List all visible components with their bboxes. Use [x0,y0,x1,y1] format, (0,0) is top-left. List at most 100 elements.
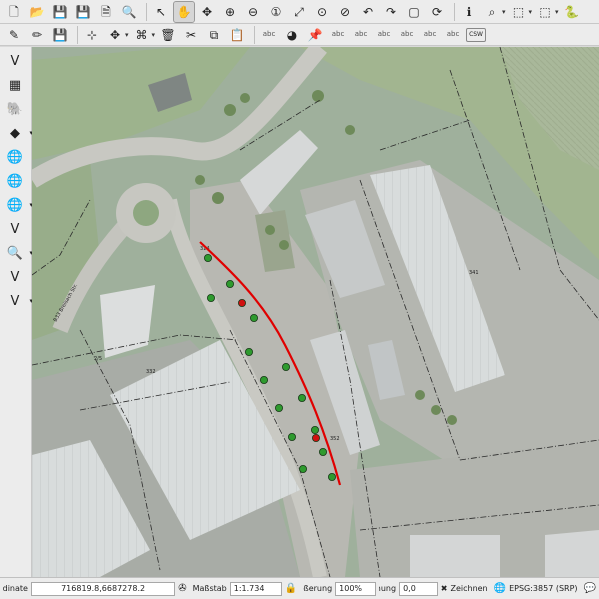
point-feature[interactable] [259,375,268,384]
zoom-full-extent-icon[interactable]: ⤢ [289,2,309,22]
cut-features-icon[interactable]: ✂ [181,25,201,45]
point-feature[interactable] [318,447,327,456]
crs-globe-icon[interactable]: 🌐 [494,583,506,594]
main-toolbar: 🗋 📂 💾 💾 🗎 🔍 ↖ ✋ ✥ ⊕ ⊖ ① ⤢ ⊙ ⊘ ↶ ↷ ▢ ⟳ ℹ ⌕ ▾ ⬚ ▾ ⬚ ▾ 🐍 [0,0,599,24]
scale-value: 1:1.734 [233,584,265,593]
building [545,530,599,577]
point-feature[interactable] [244,347,253,356]
add-feature-icon[interactable]: ⊹ [82,25,102,45]
label-rotate-icon[interactable]: abc [374,25,394,45]
zoom-actual-size-icon[interactable]: ① [266,2,286,22]
parcel-label: 2/5 [94,356,102,362]
pan-hand-icon[interactable]: ✋ [173,0,195,23]
label-pin-icon[interactable]: 📌 [305,25,325,45]
add-wcs-layer-icon[interactable]: V [5,219,25,239]
add-oracle-layer-icon[interactable]: 🌐 [5,171,25,191]
add-postgis-layer-icon[interactable]: 🐘 [5,99,25,119]
delete-selected-icon[interactable]: 🗑 [158,25,178,45]
point-feature[interactable] [327,472,336,481]
composer-manager-icon[interactable]: 🔍 [119,2,139,22]
toolbar-separator [254,25,256,44]
new-map-view-icon[interactable]: ▢ [404,2,424,22]
point-feature[interactable] [274,403,283,412]
point-feature[interactable] [206,293,215,302]
save-edits-icon[interactable]: 💾 [50,25,70,45]
point-feature[interactable] [287,432,296,441]
paste-features-icon[interactable]: 📋 [227,25,247,45]
toolbar-separator [454,2,455,21]
print-composer-icon[interactable]: 🗎 [96,2,116,22]
crs-button[interactable]: EPSG:3857 (SRP) [509,584,577,593]
node-tool-icon[interactable]: ⌘ [132,25,152,45]
coordinate-field[interactable]: 716819.8,6687278.2 [30,581,176,596]
dropdown-arrow-icon[interactable]: ▾ [152,31,156,39]
move-feature-icon[interactable]: ✥ [105,25,125,45]
add-wms-layer-icon[interactable]: 🌐▾ [5,195,33,215]
deselect-icon[interactable]: ⬚ [535,2,555,22]
point-feature[interactable] [249,313,258,322]
extents-toggle-icon[interactable]: ✇ [178,583,186,594]
magnifier-label: Vergrößerung [303,584,333,593]
coordinate-label: Koordinate [3,584,28,593]
select-features-icon[interactable]: ⬚ [509,2,529,22]
label-highlight-icon[interactable]: abc [328,25,348,45]
magnifier-value: 100% [339,584,363,593]
toggle-editing-icon[interactable]: ✏ [27,25,47,45]
point-feature[interactable] [310,425,319,434]
messages-icon[interactable]: 💬 [584,583,596,594]
label-show-hide-icon[interactable]: abc [420,25,440,45]
render-checkbox-icon[interactable]: ✖ [441,584,448,593]
magnifier-field[interactable]: 100% [335,581,376,596]
add-raster-layer-icon[interactable]: ▦ [5,75,25,95]
save-project-icon[interactable]: 💾 [50,2,70,22]
point-feature[interactable] [225,279,234,288]
dropdown-arrow-icon[interactable]: ▾ [125,31,129,39]
point-feature[interactable] [281,362,290,371]
zoom-out-icon[interactable]: ⊖ [243,2,263,22]
label-move-icon[interactable]: abc [351,25,371,45]
zoom-last-icon[interactable]: ↶ [358,2,378,22]
zoom-to-layer-icon[interactable]: ⊘ [335,2,355,22]
rotation-value: 0,0 [403,584,416,593]
dropdown-arrow-icon[interactable]: ▾ [502,8,506,16]
selected-point-feature[interactable] [237,298,246,307]
python-console-icon[interactable]: 🐍 [562,2,582,22]
add-wfs-layer-icon[interactable]: 🔍▾ [5,243,33,263]
touch-zoom-icon[interactable]: ↖ [151,2,171,22]
identify-icon[interactable]: ℹ [459,2,479,22]
roundabout-center [133,200,159,226]
save-as-icon[interactable]: 💾 [73,2,93,22]
label-icon[interactable]: abc [259,25,279,45]
add-delimited-text-icon[interactable]: V [5,267,25,287]
diagram-icon[interactable]: ◕ [282,25,302,45]
pan-to-selection-icon[interactable]: ✥ [197,2,217,22]
lock-scale-icon[interactable]: 🔒 [285,583,297,594]
dropdown-arrow-icon[interactable]: ▾ [529,8,533,16]
point-feature[interactable] [297,393,306,402]
dropdown-arrow-icon[interactable]: ▾ [555,8,559,16]
label-change-icon[interactable]: abc [397,25,417,45]
add-spatialite-layer-icon[interactable]: ◆▾ [5,123,33,143]
zoom-in-icon[interactable]: ⊕ [220,2,240,22]
map-svg[interactable]: B33 Breisach Str. 2/5 332 341 314 352 [32,47,599,577]
open-project-icon[interactable]: 📂 [27,2,47,22]
digitizing-toolbar: ✎ ✏ 💾 ⊹ ✥ ▾ ⌘ ▾ 🗑 ✂ ⧉ 📋 abc ◕ 📌 abc abc abc abc abc abc CSW [0,24,599,46]
copy-features-icon[interactable]: ⧉ [204,25,224,45]
label-properties-icon[interactable]: abc [443,25,463,45]
measure-icon[interactable]: ⌕ [482,2,502,22]
scale-field[interactable]: 1:1.734 [229,581,282,596]
zoom-next-icon[interactable]: ↷ [381,2,401,22]
point-feature[interactable] [203,253,212,262]
refresh-icon[interactable]: ⟳ [427,2,447,22]
current-edits-icon[interactable]: ✎ [4,25,24,45]
map-canvas[interactable]: B33 Breisach Str. 2/5 332 341 314 352 [32,47,599,577]
point-feature[interactable] [298,464,307,473]
new-project-icon[interactable]: 🗋 [4,2,24,22]
new-shapefile-icon[interactable]: V▾ [5,291,33,311]
rotation-field[interactable]: 0,0 [399,581,438,596]
add-vector-layer-icon[interactable]: V [5,51,25,71]
zoom-to-selection-icon[interactable]: ⊙ [312,2,332,22]
selected-point-feature[interactable] [311,433,320,442]
add-mssql-layer-icon[interactable]: 🌐 [5,147,25,167]
csw-icon[interactable]: CSW [466,27,487,42]
